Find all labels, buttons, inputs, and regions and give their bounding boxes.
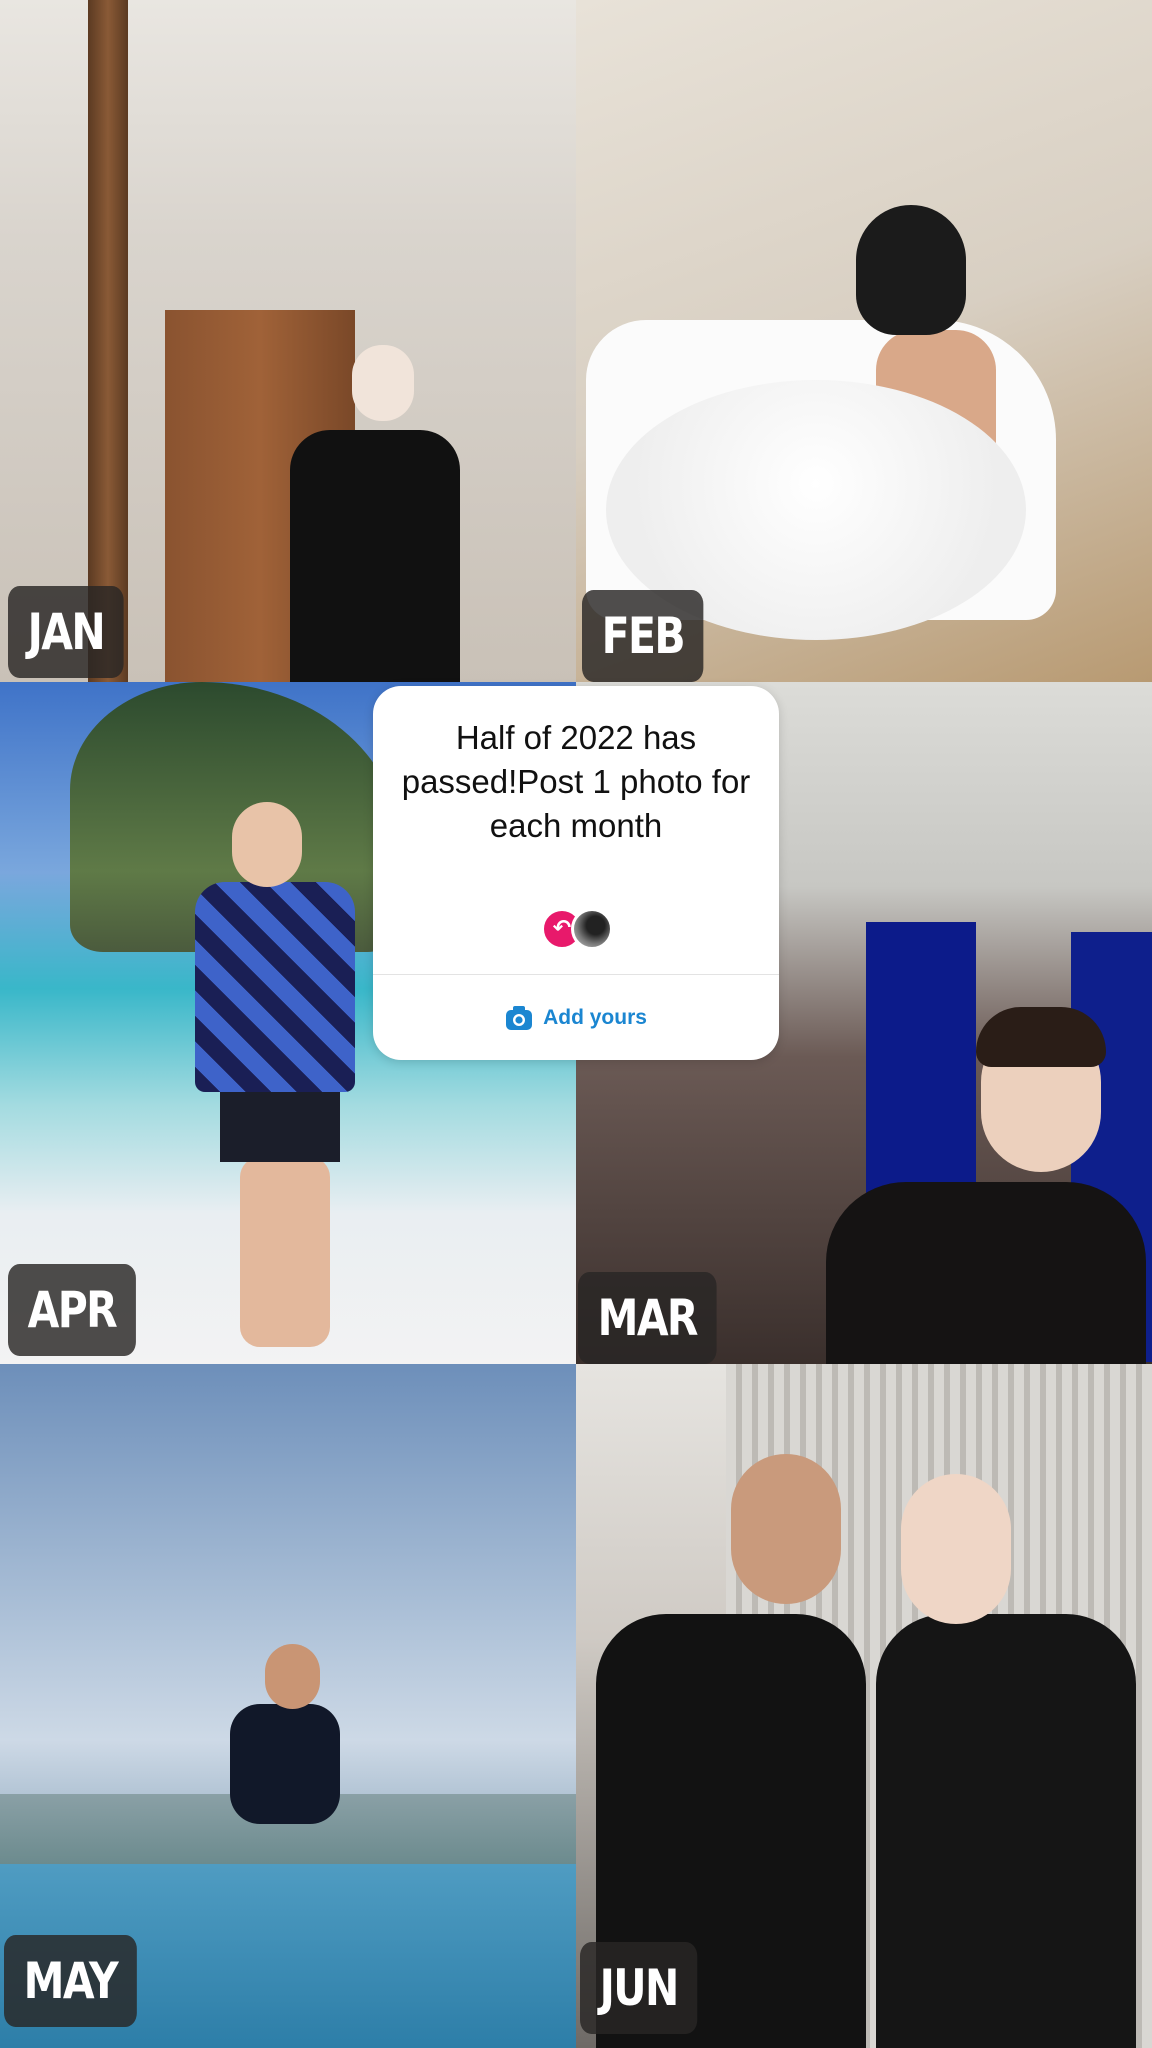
photo-jan-person	[290, 430, 460, 682]
photo-jan	[0, 0, 576, 682]
photo-apr-face	[232, 802, 302, 887]
photo-apr-legs	[240, 1157, 330, 1347]
photo-feb-hair	[856, 205, 966, 335]
sticker-participants[interactable]: ↶	[541, 908, 621, 952]
photo-apr-shirt	[195, 882, 355, 1092]
add-yours-label: Add yours	[543, 1006, 647, 1029]
month-label-jun: JUN	[580, 1942, 698, 2034]
month-label-may: MAY	[4, 1935, 137, 2027]
month-label-apr: APR	[8, 1264, 136, 1356]
photo-feb	[576, 0, 1152, 682]
add-yours-button[interactable]: Add yours	[373, 976, 779, 1060]
photo-may-person	[230, 1704, 340, 1824]
photo-mar-shirt	[826, 1182, 1146, 1364]
photo-jun-face-right	[901, 1474, 1011, 1624]
photo-jun-face-left	[731, 1454, 841, 1604]
add-yours-sticker[interactable]: Half of 2022 has passed!Post 1 photo for…	[373, 686, 779, 1060]
photo-jan-face	[352, 345, 414, 421]
photo-may-face	[265, 1644, 320, 1709]
photo-jan-pillar	[88, 0, 128, 682]
month-label-feb: FEB	[582, 590, 704, 682]
photo-mar-hair	[976, 1007, 1106, 1067]
month-label-mar: MAR	[578, 1272, 717, 1364]
camera-icon	[506, 1006, 533, 1030]
photo-apr-shorts	[220, 1087, 340, 1162]
month-label-jan: JAN	[8, 586, 124, 678]
photo-jun-person-right	[876, 1614, 1136, 2048]
participant-avatar[interactable]	[571, 908, 613, 950]
sticker-prompt-text: Half of 2022 has passed!Post 1 photo for…	[401, 719, 751, 844]
sticker-divider	[373, 974, 779, 975]
